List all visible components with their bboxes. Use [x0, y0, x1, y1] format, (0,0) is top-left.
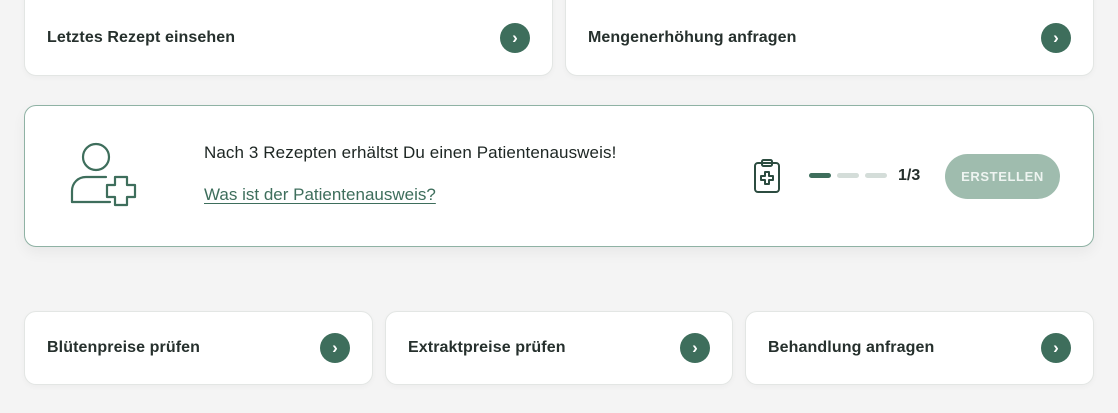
patient-id-info-link[interactable]: Was ist der Patientenausweis?	[204, 185, 436, 204]
patient-id-message: Nach 3 Rezepten erhältst Du einen Patien…	[204, 143, 617, 162]
treatment-request-card[interactable]: Behandlung anfragen ›	[745, 311, 1094, 385]
progress-segment	[865, 173, 887, 178]
last-prescription-label: Letztes Rezept einsehen	[47, 29, 236, 46]
patient-id-card: Nach 3 Rezepten erhältst Du einen Patien…	[24, 105, 1094, 247]
chevron-right-icon[interactable]: ›	[500, 23, 530, 53]
last-prescription-card[interactable]: Letztes Rezept einsehen ›	[24, 0, 553, 76]
chevron-right-icon[interactable]: ›	[1041, 23, 1071, 53]
progress-count: 1/3	[898, 167, 921, 184]
extract-prices-label: Extraktpreise prüfen	[408, 339, 566, 356]
flower-prices-label: Blütenpreise prüfen	[47, 339, 201, 356]
prescription-progress	[809, 173, 887, 178]
create-button[interactable]: ERSTELLEN	[945, 154, 1060, 199]
clipboard-medical-icon	[754, 159, 780, 193]
treatment-request-label: Behandlung anfragen	[768, 339, 935, 356]
quantity-increase-label: Mengenerhöhung anfragen	[588, 29, 797, 46]
chevron-right-icon[interactable]: ›	[320, 333, 350, 363]
progress-segment	[809, 173, 831, 178]
quantity-increase-card[interactable]: Mengenerhöhung anfragen ›	[565, 0, 1094, 76]
chevron-right-icon[interactable]: ›	[680, 333, 710, 363]
progress-segment	[837, 173, 859, 178]
chevron-right-icon[interactable]: ›	[1041, 333, 1071, 363]
user-plus-icon	[70, 142, 137, 207]
extract-prices-card[interactable]: Extraktpreise prüfen ›	[385, 311, 733, 385]
flower-prices-card[interactable]: Blütenpreise prüfen ›	[24, 311, 373, 385]
